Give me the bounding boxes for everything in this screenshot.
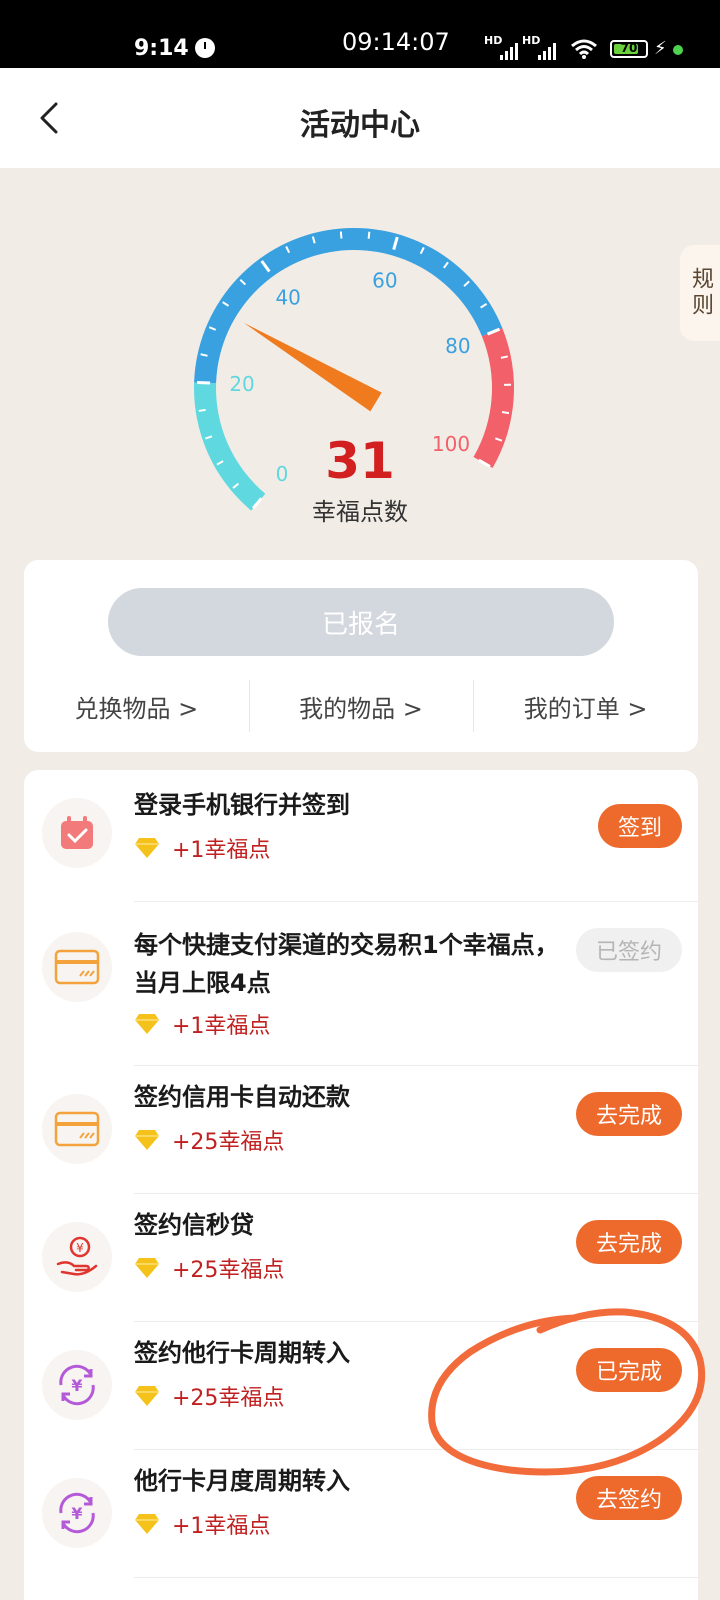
signed-button[interactable]: 已签约: [576, 928, 682, 972]
task-points: +1幸福点: [134, 1008, 270, 1040]
gauge-tick-label: 80: [445, 334, 470, 358]
hand-coin-icon: ¥: [42, 1222, 112, 1292]
gauge-tick-label: 40: [275, 285, 300, 309]
svg-text:¥: ¥: [71, 1504, 82, 1523]
sign-button[interactable]: 去签约: [576, 1476, 682, 1520]
task-item: ¥ 签约信秒贷 +25幸福点 去完成: [24, 1194, 698, 1322]
checkin-button[interactable]: 签到: [598, 804, 682, 848]
gauge-tick: [198, 408, 206, 412]
task-title: 登录手机银行并签到: [134, 791, 350, 819]
task-points: +1幸福点: [134, 1508, 270, 1540]
status-bar: 9:14 09:14:07 HD HD 70 ⚡: [0, 0, 720, 68]
gauge-tick-label: 60: [372, 268, 397, 292]
charging-icon: ⚡: [654, 38, 667, 59]
wifi-icon: [571, 39, 597, 59]
task-points: +25幸福点: [134, 1124, 284, 1156]
task-points-label: +1幸福点: [172, 1514, 271, 1539]
task-item: 登录手机银行并签到 +1幸福点 签到: [24, 770, 698, 902]
task-points: +25幸福点: [134, 1380, 284, 1412]
svg-text:¥: ¥: [76, 1241, 84, 1255]
card-icon: [42, 1094, 112, 1164]
battery-icon: 70: [610, 40, 648, 58]
gauge-needle: [243, 322, 382, 412]
task-item: ¥ 签约他行卡周期转入 +25幸福点 已完成: [24, 1322, 698, 1450]
nav-bar: 活动中心: [0, 68, 720, 168]
diamond-icon: [135, 1258, 159, 1278]
signup-button[interactable]: 已报名: [108, 588, 614, 656]
task-item: ¥ 他行卡月度周期转入 +1幸福点 去签约: [24, 1450, 698, 1578]
gauge-arc-segment: [194, 228, 503, 384]
signal-icon-2: [538, 42, 556, 60]
task-points-label: +25幸福点: [172, 1258, 285, 1283]
task-title: 他行卡月度周期转入: [134, 1467, 350, 1495]
complete-button[interactable]: 去完成: [576, 1220, 682, 1264]
task-points-label: +25幸福点: [172, 1386, 285, 1411]
task-title: 每个快捷支付渠道的交易积1个幸福点，当月上限4点: [134, 931, 559, 997]
task-title: 签约信用卡自动还款: [134, 1083, 350, 1111]
task-points: +1幸福点: [134, 832, 270, 864]
page-title: 活动中心: [300, 108, 420, 143]
diamond-icon: [135, 1386, 159, 1406]
task-points: +25幸福点: [134, 1252, 284, 1284]
calendar-check-icon: [42, 798, 112, 868]
status-time: 9:14: [134, 36, 189, 61]
gauge-tick: [339, 231, 343, 239]
status-center-time: 09:14:07: [342, 28, 450, 56]
task-points-label: +1幸福点: [172, 1014, 271, 1039]
diamond-icon: [135, 1014, 159, 1034]
exchange-items-link[interactable]: 兑换物品 >: [24, 676, 249, 736]
gauge-tick-label: 20: [229, 372, 254, 396]
clock-icon: [195, 38, 215, 58]
my-orders-link[interactable]: 我的订单 >: [473, 676, 698, 736]
battery-level: 70: [620, 41, 638, 55]
svg-text:¥: ¥: [71, 1376, 82, 1395]
task-list: 登录手机银行并签到 +1幸福点 签到 每个快捷支付渠道的交易积1个幸福点，当月上…: [24, 770, 698, 1600]
task-item: 每个快捷支付渠道的交易积1个幸福点，当月上限4点 +1幸福点 已签约: [24, 902, 698, 1066]
gauge-tick: [367, 231, 371, 239]
task-points-label: +25幸福点: [172, 1130, 285, 1155]
completed-button[interactable]: 已完成: [576, 1348, 682, 1392]
signup-card: 已报名 兑换物品 > 我的物品 > 我的订单 >: [24, 560, 698, 752]
yuan-cycle-icon: ¥: [42, 1478, 112, 1548]
task-title: 签约信秒贷: [134, 1211, 254, 1239]
my-items-link[interactable]: 我的物品 >: [248, 676, 474, 736]
diamond-icon: [135, 1514, 159, 1534]
diamond-icon: [135, 1130, 159, 1150]
task-title: 签约他行卡周期转入: [134, 1339, 350, 1367]
diamond-icon: [135, 838, 159, 858]
gauge-value: 31: [325, 432, 395, 490]
gauge-tick: [501, 410, 510, 415]
card-icon: [42, 932, 112, 1002]
gauge-tick: [500, 355, 508, 359]
task-points-label: +1幸福点: [172, 838, 271, 863]
yuan-cycle-icon: ¥: [42, 1350, 112, 1420]
status-dot: [673, 45, 683, 55]
quick-links: 兑换物品 > 我的物品 > 我的订单 >: [24, 676, 698, 736]
complete-button[interactable]: 去完成: [576, 1092, 682, 1136]
gauge-caption: 幸福点数: [312, 498, 408, 526]
task-item: 签约信用卡自动还款 +25幸福点 去完成: [24, 1066, 698, 1194]
signal-icon: [500, 42, 518, 60]
